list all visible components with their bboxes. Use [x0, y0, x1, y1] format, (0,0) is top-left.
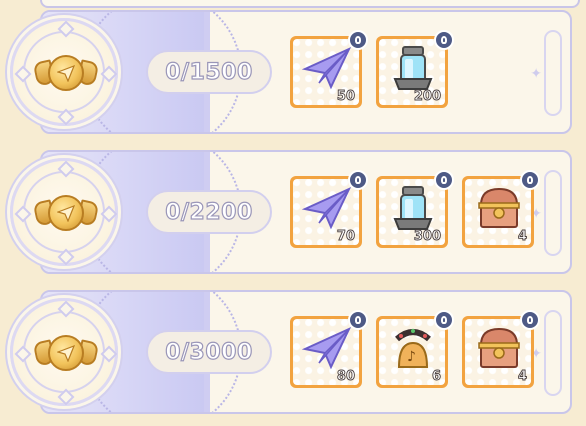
milestone-row-2: ✦ 0/2200 70 300 4: [10, 150, 574, 274]
progress-counter: 0/2200: [146, 190, 272, 234]
reward-quantity: 4: [517, 229, 528, 245]
reward-quantity: 70: [336, 229, 355, 245]
progress-counter: 0/3000: [146, 330, 272, 374]
reward-item[interactable]: 70: [290, 170, 368, 248]
music-bell-icon: ♪: [395, 329, 431, 368]
reward-quantity: 6: [431, 369, 442, 385]
progress-counter: 0/1500: [146, 50, 272, 94]
sparkle-icon: ✦: [530, 66, 542, 82]
medal-emblem: [10, 158, 118, 266]
reward-item[interactable]: 4: [462, 170, 540, 248]
reward-quantity: 50: [336, 89, 355, 105]
medal-emblem: [10, 18, 118, 126]
winged-coin-icon: [32, 51, 100, 95]
reward-list: 80 ♪ 6 4: [290, 310, 540, 392]
reward-quantity: 80: [336, 369, 355, 385]
info-icon[interactable]: [434, 310, 454, 330]
energy-canister-icon: [393, 46, 433, 90]
medal-emblem: [10, 298, 118, 406]
milestone-row-1: ✦ 0/1500 50 200: [10, 10, 574, 134]
reward-item[interactable]: 300: [376, 170, 454, 248]
reward-quantity: 200: [413, 89, 441, 105]
reward-item[interactable]: 50: [290, 30, 368, 108]
decorative-frame: [544, 310, 562, 396]
info-icon[interactable]: [520, 170, 540, 190]
decorative-frame: [544, 170, 562, 256]
svg-text:♪: ♪: [407, 349, 416, 365]
paper-plane-icon: [301, 186, 352, 230]
winged-coin-icon: [32, 191, 100, 235]
paper-plane-icon: [301, 46, 352, 90]
info-icon[interactable]: [348, 310, 368, 330]
milestone-row-3: ✦ 0/3000 80 ♪ 6 4: [10, 290, 574, 414]
reward-quantity: 300: [413, 229, 441, 245]
energy-canister-icon: [393, 186, 433, 230]
decorative-frame: [544, 30, 562, 116]
info-icon[interactable]: [348, 30, 368, 50]
reward-list: 50 200: [290, 30, 454, 112]
info-icon[interactable]: [434, 30, 454, 50]
winged-coin-icon: [32, 331, 100, 375]
paper-plane-icon: [301, 326, 352, 370]
reward-quantity: 4: [517, 369, 528, 385]
reward-item[interactable]: 80: [290, 310, 368, 388]
info-icon[interactable]: [434, 170, 454, 190]
treasure-chest-icon: [478, 327, 520, 368]
reward-item[interactable]: ♪ 6: [376, 310, 454, 388]
info-icon[interactable]: [520, 310, 540, 330]
reward-item[interactable]: 200: [376, 30, 454, 108]
previous-row-edge: [40, 0, 580, 8]
info-icon[interactable]: [348, 170, 368, 190]
reward-list: 70 300 4: [290, 170, 540, 252]
treasure-chest-icon: [478, 187, 520, 228]
reward-item[interactable]: 4: [462, 310, 540, 388]
